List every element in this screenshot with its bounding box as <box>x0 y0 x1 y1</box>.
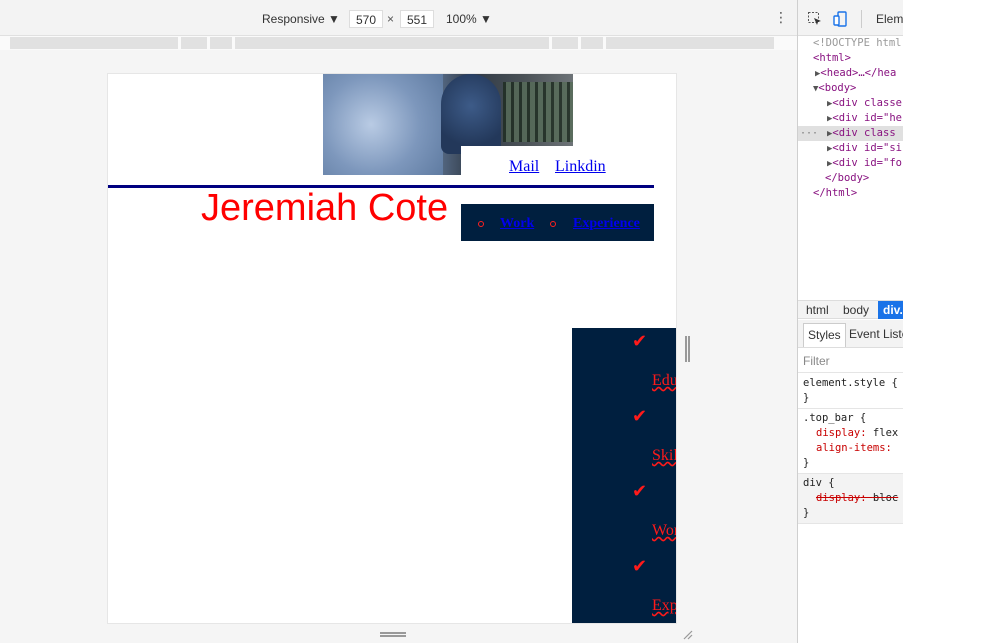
ruler-segment[interactable] <box>10 37 178 49</box>
dom-node[interactable]: ▶<div id="fo <box>827 156 902 171</box>
resize-handle-bottom[interactable] <box>380 632 406 637</box>
side-nav-item[interactable]: ✔ Education <box>572 331 676 407</box>
dom-tree: <!DOCTYPE html <html> ▶<head>…</hea ▼<bo… <box>798 36 903 298</box>
rule-top-bar[interactable]: .top_bar { display: flex align-items: } <box>798 409 903 474</box>
check-icon: ✔ <box>632 556 648 577</box>
tab-elements[interactable]: Elem <box>876 12 903 26</box>
dom-node[interactable]: </html> <box>813 186 857 201</box>
dom-node[interactable]: <html> <box>813 51 851 66</box>
mail-link[interactable]: Mail <box>509 158 539 176</box>
inspect-element-icon[interactable] <box>807 11 823 27</box>
viewport-height-input[interactable]: 551 <box>400 10 434 28</box>
breadcrumb-div[interactable]: div. <box>878 301 903 319</box>
rule-element-style[interactable]: element.style { } <box>798 374 903 409</box>
tab-event-listeners[interactable]: Event Liste <box>849 327 903 341</box>
site-title: Jeremiah Cote <box>201 187 449 229</box>
devtools-toolbar: Elem <box>798 0 903 36</box>
linkedin-link[interactable]: Linkdin <box>555 158 606 176</box>
more-options-icon[interactable]: ⋮ <box>774 9 788 27</box>
check-icon: ✔ <box>632 331 648 352</box>
viewport-area: Mail Linkdin Jeremiah Cote Work Experien… <box>0 50 797 643</box>
side-nav-item[interactable]: ✔ Experience <box>572 556 676 623</box>
side-nav: ✔ Education ✔ Skills ✔ Work ✔ Experience <box>572 328 676 623</box>
dom-node[interactable]: ▶<div id="si <box>827 141 902 156</box>
check-icon: ✔ <box>632 406 648 427</box>
dimension-separator: × <box>387 12 395 26</box>
check-icon: ✔ <box>632 481 648 502</box>
side-nav-item[interactable]: ✔ Skills <box>572 406 676 482</box>
dom-node[interactable]: </body> <box>825 171 869 186</box>
nav-experience-link[interactable]: Experience <box>573 216 640 232</box>
device-toolbar-icon[interactable] <box>833 11 849 27</box>
devtools-panel: Elem <!DOCTYPE html <html> ▶<head>…</hea… <box>797 0 903 643</box>
more-icon[interactable]: ··· <box>800 126 818 141</box>
side-nav-label[interactable]: Skills <box>652 447 676 465</box>
ruler-segment[interactable] <box>181 37 207 49</box>
styles-tabbar: Styles Event Liste <box>798 320 903 348</box>
device-toolbar: Responsive ▼ 570 × 551 100% ▼ ⋮ <box>0 0 797 36</box>
dom-node[interactable]: ▶<head>…</hea <box>815 66 896 81</box>
top-nav: Work Experience <box>461 204 654 241</box>
ruler-segment[interactable] <box>235 37 549 49</box>
ruler-segment[interactable] <box>606 37 774 49</box>
tab-styles[interactable]: Styles <box>803 323 846 347</box>
styles-filter-input[interactable]: Filter <box>798 349 903 373</box>
breadcrumb: html body div. <box>798 300 903 319</box>
dom-node[interactable]: <!DOCTYPE html <box>813 36 902 51</box>
ruler-segment[interactable] <box>581 37 603 49</box>
top-links: Mail Linkdin <box>461 146 654 186</box>
side-nav-label[interactable]: Experience <box>652 597 676 615</box>
nav-work-link[interactable]: Work <box>500 216 534 232</box>
side-nav-label[interactable]: Work <box>652 522 676 540</box>
bullet-icon <box>478 221 484 227</box>
dom-node[interactable]: ▶<div classe <box>827 96 902 111</box>
breadcrumb-html[interactable]: html <box>806 303 829 317</box>
ruler-segment[interactable] <box>552 37 578 49</box>
dom-node-selected[interactable]: ··· ▶<div class <box>798 126 903 141</box>
blank-area <box>903 0 1002 643</box>
resize-handle-right[interactable] <box>685 336 690 362</box>
side-nav-item[interactable]: ✔ Work <box>572 481 676 557</box>
rule-div[interactable]: div { display: bloc } <box>798 474 903 524</box>
viewport-width-input[interactable]: 570 <box>349 10 383 28</box>
dom-node[interactable]: ▼<body> <box>813 81 856 96</box>
breadcrumb-body[interactable]: body <box>843 303 869 317</box>
dom-node[interactable]: ▶<div id="he <box>827 111 902 126</box>
style-rules: element.style { } .top_bar { display: fl… <box>798 374 903 524</box>
side-nav-label[interactable]: Education <box>652 372 676 390</box>
zoom-dropdown[interactable]: 100% ▼ <box>446 12 492 26</box>
bullet-icon <box>550 221 556 227</box>
emulated-page: Mail Linkdin Jeremiah Cote Work Experien… <box>107 73 677 624</box>
ruler-segment[interactable] <box>210 37 232 49</box>
resize-corner-icon[interactable] <box>681 628 693 640</box>
toolbar-separator <box>861 10 862 28</box>
device-mode-dropdown[interactable]: Responsive ▼ <box>262 12 340 26</box>
media-query-ruler[interactable] <box>0 36 797 50</box>
